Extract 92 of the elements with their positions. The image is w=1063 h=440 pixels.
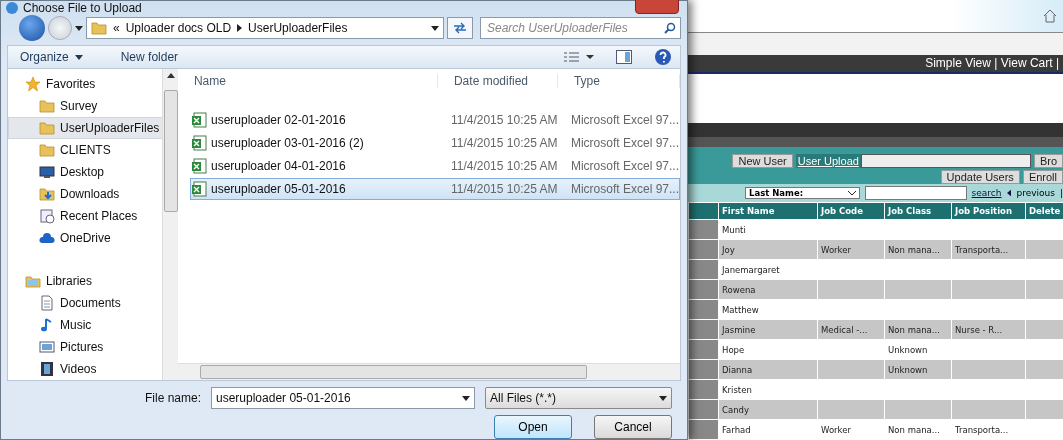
- search-field[interactable]: [864, 186, 967, 201]
- nav-item[interactable]: Videos: [8, 358, 163, 380]
- file-date: 11/4/2015 10:25 AM: [450, 113, 559, 127]
- file-row[interactable]: useruploader 03-01-2016 (2) 11/4/2015 10:25 AM Microsoft Excel 97...: [189, 132, 680, 154]
- pictures-icon: [39, 339, 55, 355]
- file-type-dropdown[interactable]: All Files (*.*): [485, 387, 672, 409]
- documents-icon: [39, 295, 55, 311]
- address-bar[interactable]: « Uploader docs OLD UserUploaderFiles: [86, 17, 444, 39]
- spreadsheet-icon: [190, 135, 207, 151]
- history-caret-icon: [75, 25, 83, 31]
- organize-menu[interactable]: Organize: [16, 48, 87, 66]
- file-name-label: File name:: [143, 391, 201, 405]
- videos-icon: [39, 361, 55, 377]
- desktop-icon: [39, 164, 55, 180]
- separator: |: [1059, 188, 1063, 199]
- nav-item[interactable]: UserUploaderFiles: [8, 117, 163, 139]
- dialog-button[interactable]: Open: [494, 415, 572, 439]
- nav-item[interactable]: Documents: [8, 292, 163, 314]
- file-name: useruploader 04-01-2016: [210, 159, 346, 173]
- column-header: First Name: [718, 202, 818, 220]
- downloads-icon: [39, 186, 55, 202]
- refresh-icon: [453, 22, 467, 34]
- file-name: useruploader 03-01-2016 (2): [210, 136, 364, 150]
- search-field[interactable]: Search UserUploaderFiles: [480, 17, 681, 39]
- nav-item[interactable]: Music: [8, 314, 163, 336]
- caret-icon[interactable]: [659, 395, 667, 401]
- nav-item[interactable]: Libraries: [8, 270, 163, 292]
- dialog-button[interactable]: Cancel: [594, 415, 672, 439]
- browse-button[interactable]: Bro: [1033, 154, 1063, 169]
- column-header: Job Class: [884, 202, 952, 220]
- file-date: 11/4/2015 10:25 AM: [450, 182, 559, 196]
- caret-icon: [74, 54, 83, 60]
- file-type: Microsoft Excel 97...: [570, 113, 679, 127]
- file-row[interactable]: useruploader 04-01-2016 11/4/2015 10:25 AM Microsoft Excel 97...: [189, 155, 680, 177]
- chevron-icon[interactable]: [847, 190, 856, 196]
- update-users-button[interactable]: Update Users: [940, 170, 1020, 185]
- folder-icon: [39, 142, 55, 158]
- nav-item[interactable]: Recent Places: [8, 205, 163, 227]
- spreadsheet-icon: [190, 158, 207, 174]
- nav-item[interactable]: Survey: [8, 95, 163, 117]
- file-date: 11/4/2015 10:25 AM: [450, 136, 559, 150]
- column-header: Job Code: [817, 202, 885, 220]
- file-type: Microsoft Excel 97...: [570, 136, 679, 150]
- search-by-dropdown[interactable]: Last Name:: [745, 187, 860, 200]
- cloud-icon: [39, 230, 55, 246]
- scroll-up-icon[interactable]: [166, 73, 175, 78]
- back-button[interactable]: [19, 15, 45, 41]
- column-header[interactable]: Type: [557, 74, 680, 88]
- window-title: Choose File to Upload: [23, 1, 142, 15]
- scrollbar-thumb[interactable]: [163, 90, 178, 212]
- folder-icon: [39, 120, 55, 136]
- search-link[interactable]: search: [971, 188, 1002, 199]
- nav-item[interactable]: Desktop: [8, 161, 163, 183]
- column-header: Job Position: [951, 202, 1026, 220]
- file-date: 11/4/2015 10:25 AM: [450, 159, 559, 173]
- nav-item[interactable]: CLIENTS: [8, 139, 163, 161]
- browser-icon: [5, 1, 19, 15]
- left-triangle-icon[interactable]: [1006, 189, 1012, 198]
- scrollbar-thumb[interactable]: [199, 365, 587, 379]
- file-name: useruploader 02-01-2016: [210, 113, 346, 127]
- nav-item[interactable]: Downloads: [8, 183, 163, 205]
- favorites-icon: [25, 76, 41, 92]
- help-icon[interactable]: [654, 48, 672, 66]
- file-row[interactable]: useruploader 05-01-2016 11/4/2015 10:25 AM Microsoft Excel 97...: [189, 178, 680, 200]
- column-header[interactable]: Date modified: [437, 74, 558, 88]
- column-header: Delete: [1025, 202, 1063, 220]
- file-name: useruploader 05-01-2016: [210, 182, 346, 196]
- caret-icon[interactable]: [462, 395, 470, 401]
- nav-item[interactable]: OneDrive: [8, 227, 163, 249]
- new-user-button[interactable]: New User: [732, 154, 793, 169]
- previous-link[interactable]: previous: [1016, 188, 1055, 199]
- refresh-button[interactable]: [447, 17, 473, 39]
- upload-field[interactable]: [860, 154, 1031, 169]
- view-list-icon[interactable]: [564, 51, 594, 63]
- file-row[interactable]: useruploader 02-01-2016 11/4/2015 10:25 AM Microsoft Excel 97...: [189, 109, 680, 131]
- spreadsheet-icon: [190, 181, 207, 197]
- upload-label: User Upload: [795, 154, 861, 169]
- recent-icon: [39, 208, 55, 224]
- file-name-field[interactable]: useruploader 05-01-2016: [211, 387, 475, 409]
- new-folder-button[interactable]: New folder: [116, 48, 183, 66]
- column-header[interactable]: Name: [177, 74, 438, 88]
- folder-icon: [39, 98, 55, 114]
- search-icon[interactable]: [664, 22, 676, 34]
- libraries-icon: [25, 273, 41, 289]
- enroll-button[interactable]: Enroll: [1022, 170, 1063, 185]
- home-icon[interactable]: [1043, 9, 1057, 24]
- spreadsheet-icon: [190, 112, 207, 128]
- file-type: Microsoft Excel 97...: [570, 182, 679, 196]
- preview-pane-icon[interactable]: [616, 50, 632, 64]
- nav-item[interactable]: Pictures: [8, 336, 163, 358]
- nav-item[interactable]: Favorites: [8, 73, 163, 95]
- file-type: Microsoft Excel 97...: [570, 159, 679, 173]
